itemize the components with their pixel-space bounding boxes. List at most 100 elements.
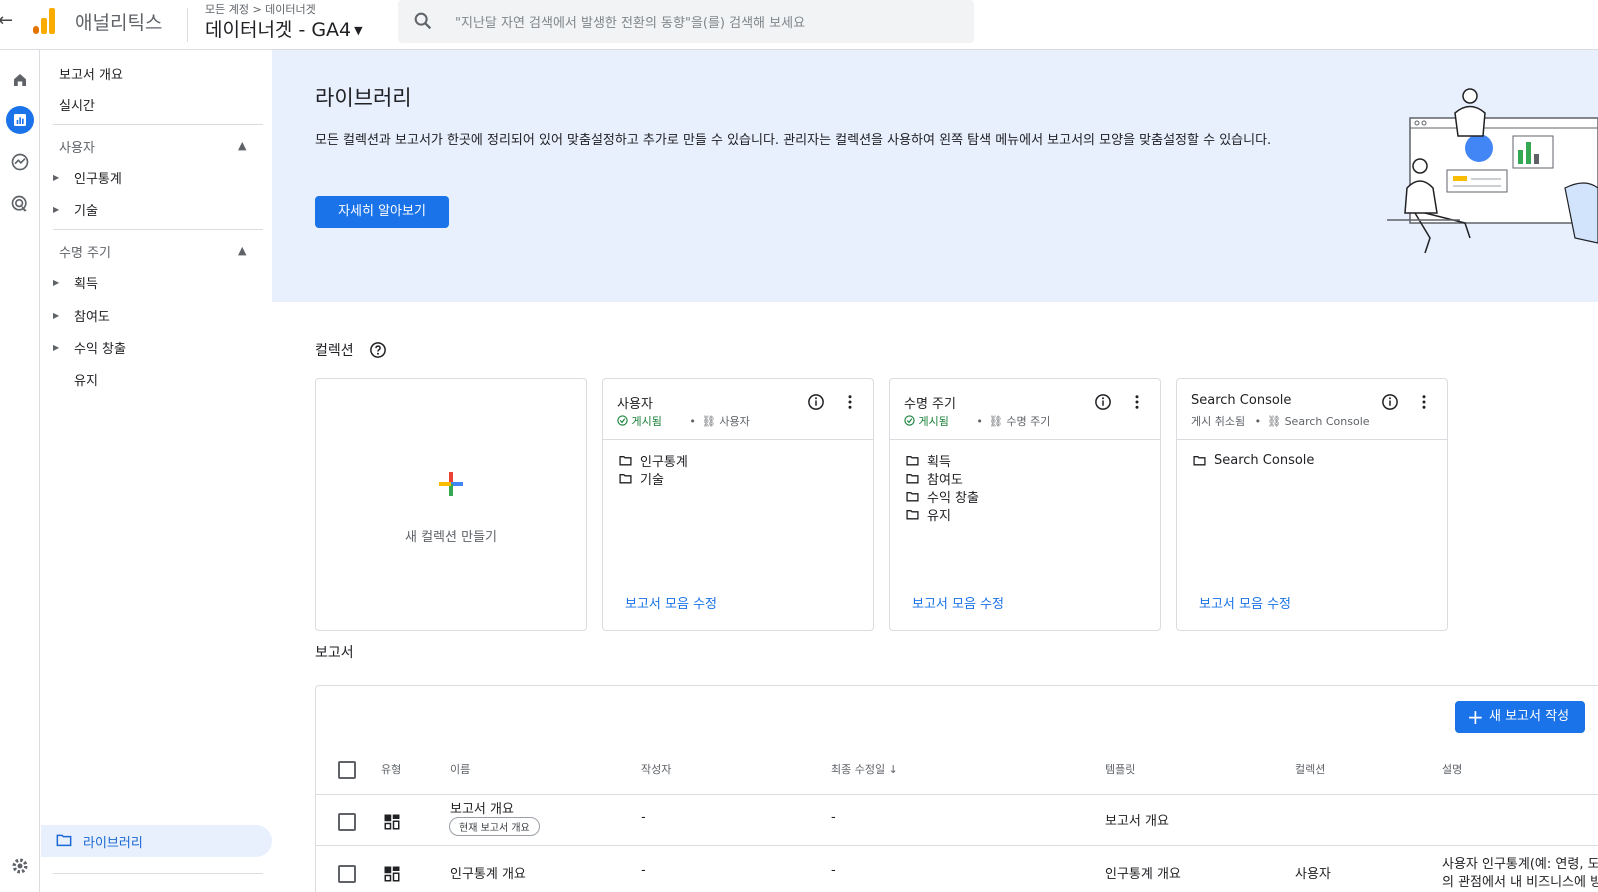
home-icon[interactable]: [6, 66, 34, 94]
current-overview-chip: 현재 보고서 개요: [449, 817, 540, 836]
divider: [1177, 439, 1447, 440]
nav-item-library[interactable]: 라이브러리: [41, 825, 272, 857]
nav-item-library-label: 라이브러리: [83, 836, 143, 851]
report-nav: 보고서 개요 실시간 사용자 ▲ ▶ 인구통계 ▶ 기술 수명 주기 ▲ ▶ 획…: [41, 50, 272, 892]
collection-card-users[interactable]: 사용자 게시됨 • ⛓ 사용자 인구통계 기술 보고서 모음 수정: [602, 378, 874, 631]
settings-icon[interactable]: [6, 852, 34, 880]
column-header-type[interactable]: 유형: [381, 761, 401, 777]
row-checkbox[interactable]: [338, 865, 356, 883]
column-header-modified[interactable]: 최종 수정일 ↓: [831, 761, 898, 777]
info-icon[interactable]: [1381, 393, 1399, 411]
new-collection-card[interactable]: 새 컬렉션 만들기: [315, 378, 587, 631]
info-icon[interactable]: [807, 393, 825, 411]
more-vert-icon[interactable]: [1128, 393, 1146, 411]
property-name: 데이터너겟 - GA4: [205, 19, 352, 41]
search-input[interactable]: "지난달 자연 검색에서 발생한 전환의 동향"을(를) 검색해 보세요: [398, 0, 974, 43]
edit-collection-link[interactable]: 보고서 모음 수정: [1199, 593, 1291, 612]
collection-item-label: 기술: [640, 472, 664, 488]
folder-icon: [619, 455, 632, 465]
column-header-collection[interactable]: 컬렉션: [1295, 761, 1325, 777]
column-header-description[interactable]: 설명: [1442, 761, 1462, 777]
collection-template: 수명 주기: [1006, 415, 1051, 428]
collection-item-label: 수익 창출: [927, 490, 979, 506]
collection-item: 획득: [906, 451, 979, 470]
nav-item-tech[interactable]: 기술: [74, 200, 98, 219]
new-report-button[interactable]: + 새 보고서 작성: [1455, 701, 1585, 733]
column-header-modified-label: 최종 수정일: [831, 763, 886, 776]
row-checkbox[interactable]: [338, 813, 356, 831]
divider: [53, 229, 263, 230]
collection-item-label: 인구통계: [640, 454, 688, 470]
collection-card-lifecycle[interactable]: 수명 주기 게시됨 • ⛓ 수명 주기 획득 참여도 수익 창출 유지 보고서 모…: [889, 378, 1161, 631]
check-circle-icon: [617, 415, 628, 426]
edit-collection-link[interactable]: 보고서 모음 수정: [912, 593, 1004, 612]
folder-icon: [906, 491, 919, 501]
chevron-up-icon[interactable]: ▲: [238, 244, 246, 257]
report-name-link[interactable]: 인구통계 개요: [450, 863, 526, 882]
nav-rail: [0, 50, 40, 892]
nav-item-overview[interactable]: 보고서 개요: [59, 64, 123, 83]
divider: [603, 439, 873, 440]
divider: [316, 794, 1598, 795]
chevron-up-icon[interactable]: ▲: [238, 139, 246, 152]
column-header-name[interactable]: 이름: [450, 761, 470, 777]
report-template: 인구통계 개요: [1105, 867, 1181, 882]
column-header-template[interactable]: 템플릿: [1105, 761, 1135, 777]
folder-icon: [619, 473, 632, 483]
check-circle-icon: [904, 415, 915, 426]
report-name-link[interactable]: 보고서 개요: [450, 798, 514, 817]
collections-heading: 컬렉션: [315, 343, 354, 359]
collection-status: 게시됨: [918, 415, 949, 428]
divider: [890, 439, 1160, 440]
collection-item-label: 참여도: [927, 472, 963, 488]
analytics-logo-icon[interactable]: [33, 8, 57, 34]
report-description: 사용자 인구통계(예: 연령, 도: [1442, 857, 1598, 872]
learn-more-button[interactable]: 자세히 알아보기: [315, 196, 449, 228]
expand-arrow-icon[interactable]: ▶: [53, 173, 59, 182]
help-icon[interactable]: [369, 341, 387, 359]
caret-down-icon: ▼: [354, 24, 363, 37]
reports-heading: 보고서: [315, 645, 354, 661]
edit-collection-link[interactable]: 보고서 모음 수정: [625, 593, 717, 612]
nav-item-acquisition[interactable]: 획득: [74, 273, 98, 292]
collection-card-search-console[interactable]: Search Console 게시 취소됨 • ⛓ Search Console …: [1176, 378, 1448, 631]
nav-item-realtime[interactable]: 실시간: [59, 95, 95, 114]
expand-arrow-icon[interactable]: ▶: [53, 311, 59, 320]
hero-description: 모든 컬렉션과 보고서가 한곳에 정리되어 있어 맞춤설정하고 추가로 만들 수…: [315, 133, 1272, 148]
expand-arrow-icon[interactable]: ▶: [53, 343, 59, 352]
new-collection-label: 새 컬렉션 만들기: [405, 530, 497, 545]
expand-arrow-icon[interactable]: ▶: [53, 278, 59, 287]
column-header-creator[interactable]: 작성자: [641, 761, 671, 777]
collection-items: Search Console: [1193, 451, 1314, 469]
select-all-checkbox[interactable]: [338, 761, 356, 779]
arrow-left-icon[interactable]: ←: [0, 10, 13, 31]
explore-icon[interactable]: [6, 148, 34, 176]
info-icon[interactable]: [1094, 393, 1112, 411]
link-icon: ⛓: [988, 415, 1003, 428]
library-illustration: [1387, 88, 1598, 254]
collection-meta: 게시 취소됨 • ⛓ Search Console: [1191, 413, 1370, 429]
reports-table: + 새 보고서 작성 유형 이름 작성자 최종 수정일 ↓ 템플릿 컬렉션 설명 …: [315, 685, 1598, 892]
nav-section-users[interactable]: 사용자: [59, 137, 95, 156]
collection-item: 참여도: [906, 469, 979, 488]
nav-item-demographics[interactable]: 인구통계: [74, 168, 122, 187]
advertising-icon[interactable]: [6, 190, 34, 218]
collection-meta: 게시됨 • ⛓ 사용자: [617, 413, 750, 429]
collection-title: Search Console: [1191, 393, 1292, 408]
collection-item-label: 획득: [927, 454, 951, 470]
link-icon: ⛓: [1267, 415, 1282, 428]
expand-arrow-icon[interactable]: ▶: [53, 205, 59, 214]
collection-item: 인구통계: [619, 451, 688, 470]
nav-item-engagement[interactable]: 참여도: [74, 306, 110, 325]
more-vert-icon[interactable]: [1415, 393, 1433, 411]
report-type-icon: [384, 814, 400, 830]
nav-item-monetization[interactable]: 수익 창출: [74, 338, 126, 357]
more-vert-icon[interactable]: [841, 393, 859, 411]
property-selector[interactable]: 데이터너겟 - GA4 ▼: [205, 15, 363, 42]
nav-section-lifecycle[interactable]: 수명 주기: [59, 242, 111, 261]
divider: [53, 873, 263, 874]
report-type-icon: [384, 866, 400, 882]
nav-item-retention[interactable]: 유지: [74, 370, 98, 389]
reports-icon[interactable]: [6, 106, 34, 134]
folder-icon: [906, 455, 919, 465]
